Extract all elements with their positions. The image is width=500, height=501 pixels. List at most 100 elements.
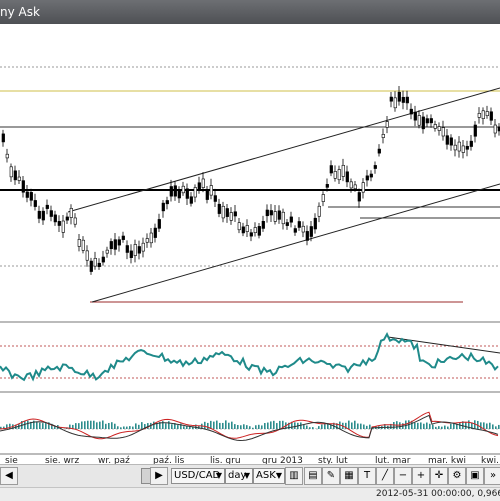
side-select[interactable]: ASK ▼ (253, 468, 285, 484)
candle-body (194, 187, 197, 197)
histogram-bar (219, 423, 221, 429)
histogram-bar (42, 423, 44, 429)
candle-body (118, 240, 121, 245)
histogram-bar (249, 426, 251, 429)
candle-body (54, 215, 57, 222)
histogram-bar (351, 422, 353, 429)
candle-body (266, 210, 269, 216)
histogram-bar (171, 424, 173, 429)
histogram-bar (252, 428, 254, 429)
candle-body (394, 98, 397, 108)
candle-body (274, 212, 277, 222)
candle-body (458, 142, 461, 151)
x-axis-label: sie. wrz (45, 456, 80, 464)
candle-body (222, 206, 225, 218)
candle-body (198, 183, 201, 189)
histogram-bar (270, 421, 272, 429)
candle-body (230, 213, 233, 221)
histogram-bar (111, 422, 113, 429)
rsi-line (0, 334, 498, 380)
candle-body (226, 209, 229, 217)
candle-body (6, 154, 9, 158)
candle-body (402, 97, 405, 102)
candle-body (218, 204, 221, 213)
candle-body (346, 172, 349, 182)
histogram-bar (348, 421, 350, 429)
candle-body (30, 192, 33, 200)
candle-body (206, 189, 209, 199)
chart-type-icon[interactable]: ▥ (285, 467, 303, 485)
histogram-bar (114, 424, 116, 429)
histogram-bar (153, 422, 155, 429)
x-axis-label: wr. paź (98, 456, 130, 464)
candle-body (342, 165, 345, 176)
candle-body (242, 227, 245, 233)
histogram-bar (267, 423, 269, 429)
histogram-bar (165, 423, 167, 429)
candle-body (310, 226, 313, 236)
histogram-bar (486, 423, 488, 429)
histogram-bar (318, 426, 320, 429)
histogram-bar (162, 421, 164, 429)
candle-body (370, 174, 373, 177)
x-axis-label: lis. gru (210, 456, 241, 464)
candle-body (262, 221, 265, 228)
histogram-bar (240, 425, 242, 429)
rsi-trendline (388, 337, 500, 353)
histogram-bar (177, 425, 179, 429)
histogram-bar (231, 422, 233, 429)
indicator-icon[interactable]: ▤ (304, 467, 322, 485)
histogram-bar (9, 424, 11, 429)
histogram-bar (258, 425, 260, 429)
line-tool-icon[interactable]: ╱ (376, 467, 394, 485)
more-icon[interactable]: » (484, 467, 500, 485)
candle-body (382, 134, 385, 137)
scroll-right-icon[interactable]: ▶ (150, 467, 168, 485)
rsi-panel[interactable] (0, 334, 500, 380)
zoom-out-icon[interactable]: − (394, 467, 412, 485)
candle-body (354, 185, 357, 189)
candle-body (154, 228, 157, 237)
text-tool-icon[interactable]: T (358, 467, 376, 485)
period-select[interactable]: day ▼ (225, 468, 253, 484)
candle-body (482, 111, 485, 119)
candle-body (210, 186, 213, 196)
histogram-bar (279, 421, 281, 429)
scroll-left-icon[interactable]: ◀ (0, 467, 18, 485)
candle-body (330, 166, 333, 173)
instrument-select[interactable]: USD/CAD ▼ (171, 468, 225, 484)
zoom-in-icon[interactable]: + (412, 467, 430, 485)
candle-body (438, 127, 441, 131)
oscillator-panel[interactable] (0, 412, 500, 440)
histogram-bar (39, 423, 41, 429)
candle-body (334, 171, 337, 178)
histogram-bar (117, 426, 119, 429)
histogram-bar (222, 423, 224, 429)
histogram-bar (399, 422, 401, 429)
price-panel[interactable] (0, 67, 500, 302)
candle-body (422, 117, 425, 129)
candle-body (478, 113, 481, 117)
window-title-bar[interactable]: ny Ask (0, 0, 500, 24)
histogram-bar (90, 421, 92, 429)
crosshair-icon[interactable]: ✛ (430, 467, 448, 485)
candle-body (414, 112, 417, 120)
candle-body (106, 250, 109, 253)
oscillator-histogram (0, 420, 500, 429)
histogram-bar (87, 421, 89, 429)
candle-body (302, 226, 305, 232)
chart-area[interactable]: sie sie. wrz wr. paź paź. lis lis. gru g… (0, 24, 500, 464)
candle-body (130, 251, 133, 258)
draw-tool-icon[interactable]: ✎ (322, 467, 340, 485)
candle-body (102, 257, 105, 262)
candle-body (306, 231, 309, 240)
candle-body (362, 183, 365, 193)
candle-body (158, 219, 161, 228)
grid-icon[interactable]: ▣ (466, 467, 484, 485)
pattern-icon[interactable]: ▦ (340, 467, 358, 485)
candle-body (174, 186, 177, 196)
chevron-down-icon: ▼ (276, 469, 282, 483)
candle-body (290, 217, 293, 222)
settings-icon[interactable]: ⚙ (448, 467, 466, 485)
window-title: ny Ask (0, 0, 40, 24)
